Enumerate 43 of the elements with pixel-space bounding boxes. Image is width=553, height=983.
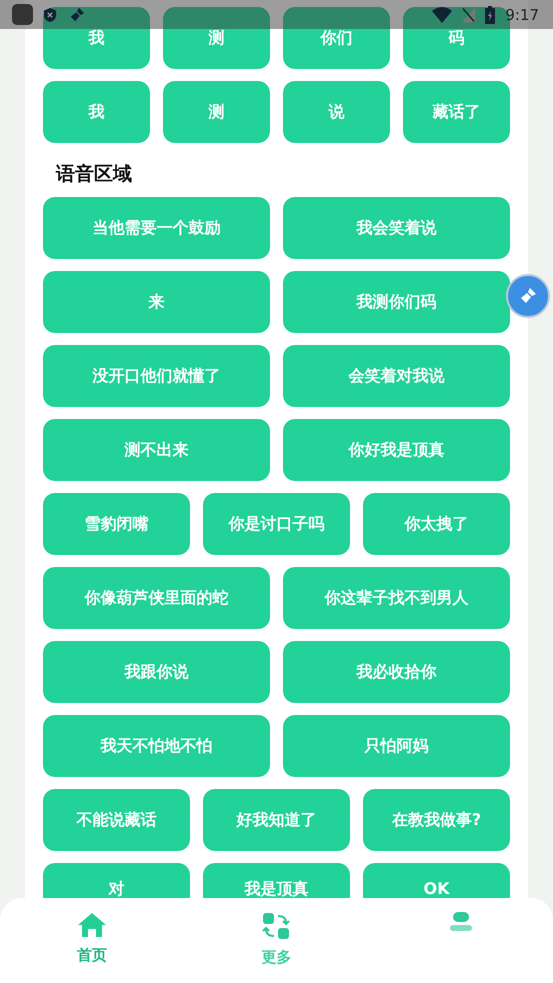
- sound-button[interactable]: 我必收拾你: [283, 641, 510, 703]
- sound-button[interactable]: 你好我是顶真: [283, 419, 510, 481]
- signal-icon: [462, 6, 476, 22]
- sound-button[interactable]: 我会笑着说: [283, 197, 510, 259]
- sound-button[interactable]: 会笑着对我说: [283, 345, 510, 407]
- sound-button[interactable]: 当他需要一个鼓励: [43, 197, 270, 259]
- sound-button[interactable]: 在教我做事?: [363, 789, 510, 851]
- sound-button[interactable]: 我是顶真: [203, 863, 350, 898]
- nav-label: 更多: [261, 948, 292, 967]
- sound-button[interactable]: 对: [43, 863, 190, 898]
- sound-button[interactable]: 测: [163, 81, 270, 143]
- sound-button[interactable]: 测: [163, 7, 270, 69]
- sound-button[interactable]: 来: [43, 271, 270, 333]
- sound-button[interactable]: 你们: [283, 7, 390, 69]
- sound-button[interactable]: 我天不怕地不怕: [43, 715, 270, 777]
- sound-button[interactable]: 好我知道了: [203, 789, 350, 851]
- sound-button[interactable]: 只怕阿妈: [283, 715, 510, 777]
- sound-button[interactable]: 我测你们码: [283, 271, 510, 333]
- battery-icon: [485, 6, 496, 24]
- floating-button[interactable]: [506, 274, 550, 318]
- shield-icon: [43, 6, 57, 22]
- sound-button[interactable]: 你太拽了: [363, 493, 510, 555]
- wifi-icon: [432, 6, 452, 22]
- nav-label: 首页: [77, 946, 108, 965]
- nav-item[interactable]: 首页: [0, 898, 184, 983]
- sound-button[interactable]: 说: [283, 81, 390, 143]
- app-icon: [12, 4, 33, 25]
- sound-button[interactable]: 你像葫芦侠里面的蛇: [43, 567, 270, 629]
- sound-button[interactable]: 你这辈子找不到男人: [283, 567, 510, 629]
- sound-button[interactable]: 我: [43, 7, 150, 69]
- sound-button[interactable]: 雪豹闭嘴: [43, 493, 190, 555]
- sound-button[interactable]: 藏话了: [403, 81, 510, 143]
- sound-button[interactable]: OK: [363, 863, 510, 898]
- sound-button[interactable]: 不能说藏话: [43, 789, 190, 851]
- section-title: 语音区域: [54, 162, 133, 187]
- sound-button[interactable]: 测不出来: [43, 419, 270, 481]
- nav-item[interactable]: 更多: [184, 898, 369, 983]
- sound-button[interactable]: 我: [43, 81, 150, 143]
- sound-button[interactable]: 没开口他们就懂了: [43, 345, 270, 407]
- sound-button[interactable]: 我跟你说: [43, 641, 270, 703]
- sound-button[interactable]: 你是讨口子吗: [203, 493, 350, 555]
- swap-icon: [262, 912, 290, 940]
- home-icon: [77, 912, 108, 938]
